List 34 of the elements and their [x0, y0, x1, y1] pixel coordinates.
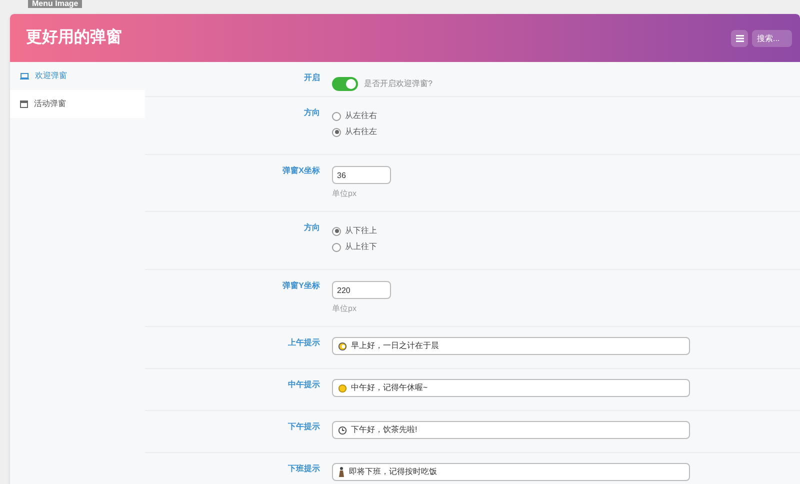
list-button[interactable] [731, 30, 748, 46]
unit-hint: 单位px [332, 188, 358, 200]
text-field[interactable]: 下午好，饮茶先啦! [332, 421, 690, 439]
text-field[interactable]: 早上好，一日之计在于晨 [332, 337, 690, 355]
clock-icon [338, 426, 347, 434]
field-label: 弹窗Y坐标 [282, 281, 320, 290]
field-label: 弹窗X坐标 [282, 166, 320, 175]
field-label: 中午提示 [288, 380, 320, 389]
field-label: 上午提示 [288, 338, 320, 347]
sun-icon [338, 342, 347, 350]
radio-option[interactable]: 从下往上 [332, 225, 377, 237]
field-label: 方向 [304, 223, 320, 232]
sidebar-item[interactable]: 活动弹窗 [10, 90, 145, 118]
radio-option[interactable]: 从左往右 [332, 110, 377, 122]
sun-icon [338, 384, 347, 392]
toggle-switch[interactable] [332, 77, 358, 91]
field-label: 方向 [304, 108, 320, 117]
number-field[interactable]: 220 [332, 281, 391, 299]
radio-option[interactable]: 从右往左 [332, 126, 377, 138]
hint-text: 是否开启欢迎弹窗? [364, 78, 432, 90]
field-label: 下班提示 [288, 464, 320, 473]
text-field[interactable]: 中午好，记得午休喔~ [332, 379, 690, 397]
text-field[interactable]: 即将下班，记得按时吃饭 [332, 463, 690, 481]
number-field[interactable]: 36 [332, 166, 391, 184]
image-tag: Menu Image [28, 0, 82, 8]
list-icon [736, 34, 744, 42]
app-title: 更好用的弹窗 [26, 27, 122, 48]
calendar-icon [20, 100, 28, 108]
figure-icon [338, 467, 345, 477]
field-label: 开启 [304, 73, 320, 82]
unit-hint: 单位px [332, 303, 358, 315]
radio-option[interactable]: 从上往下 [332, 241, 377, 253]
field-label: 下午提示 [288, 422, 320, 431]
laptop-icon [20, 72, 29, 80]
